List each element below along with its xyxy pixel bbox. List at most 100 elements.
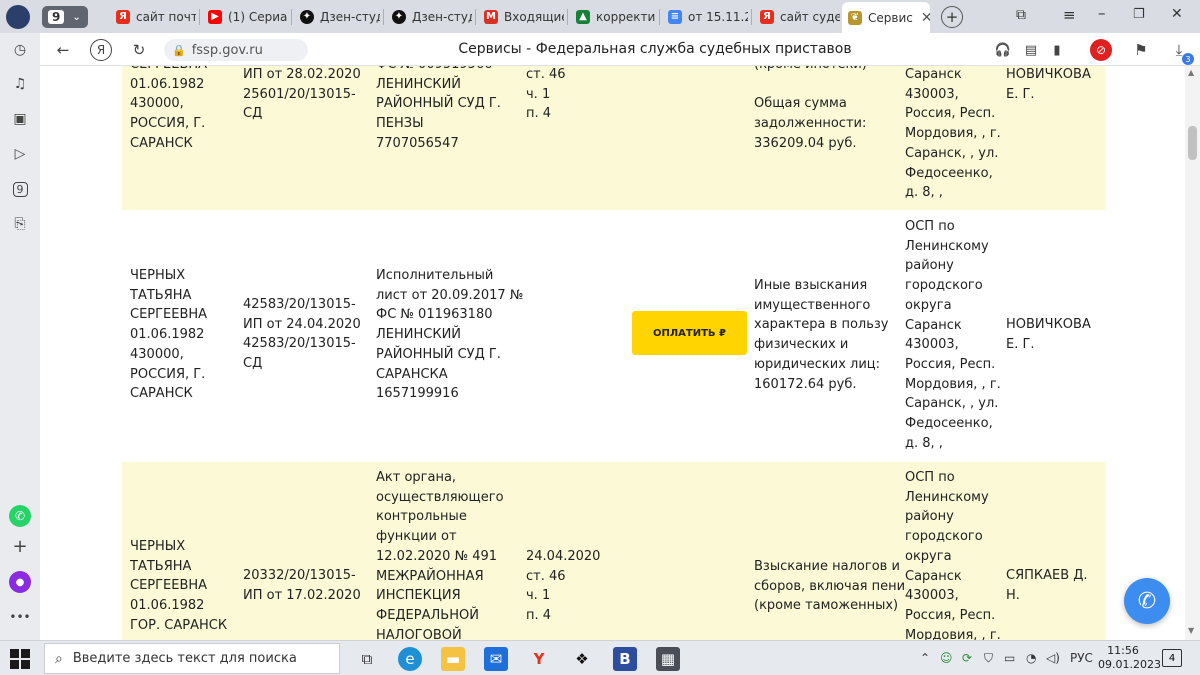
cell-line: ИП от 28.02.2020 xyxy=(243,67,361,82)
cell-line: 42583/20/13015- xyxy=(243,336,356,352)
minimize-icon[interactable]: – xyxy=(1098,4,1106,22)
pay-button[interactable]: ОПЛАТИТЬ ₽ xyxy=(632,311,747,355)
notifications-icon[interactable]: ♫ xyxy=(9,73,31,95)
tab-yandex-mail[interactable]: Я сайт почт xyxy=(110,3,196,30)
add-icon[interactable]: + xyxy=(9,535,31,557)
cell-line: Ленинскому xyxy=(905,489,989,505)
tab-drive[interactable]: ▲ корректи xyxy=(570,3,656,30)
tab-label: Входящие xyxy=(504,9,564,24)
cell-line: РОССИЯ, Г. xyxy=(130,366,206,382)
notifications-center-icon[interactable]: 4 xyxy=(1162,649,1182,667)
reload-icon[interactable]: ↻ xyxy=(128,39,150,61)
tab-zen-studio-2[interactable]: ✦ Дзен-студ xyxy=(386,3,472,30)
maximize-icon[interactable]: ❐ xyxy=(1133,7,1145,22)
cell-line: Саранск, , ул. xyxy=(905,396,999,412)
close-icon[interactable]: ✕ xyxy=(921,10,930,26)
back-arrow-icon[interactable]: ← xyxy=(52,39,74,61)
cell-line: Мордовия, , г. xyxy=(905,627,1001,640)
scroll-down-icon[interactable]: ▼ xyxy=(1188,626,1194,635)
tray-language[interactable]: РУС xyxy=(1070,651,1093,665)
yandex-icon: Я xyxy=(116,9,130,24)
edge-icon[interactable]: e xyxy=(398,647,422,671)
scroll-thumb[interactable] xyxy=(1188,126,1197,160)
screenshot-icon[interactable]: ⎘ xyxy=(9,213,31,235)
tray-sync-icon[interactable]: ⟳ xyxy=(962,651,972,665)
extensions-icon[interactable]: ⚑ xyxy=(1130,39,1152,61)
cell-line: задолженности: xyxy=(754,116,867,132)
cell-line: 7707056547 xyxy=(376,135,459,151)
downloads-icon[interactable]: ⤓ 3 xyxy=(1168,39,1194,65)
collections-icon[interactable]: ▣ xyxy=(9,108,31,130)
tray-battery-icon[interactable]: ▭ xyxy=(1004,651,1015,665)
cell-line: району xyxy=(905,509,954,525)
subject-cell: Взыскание налогов и сборов, включая пени… xyxy=(754,557,905,616)
cell-line: контрольные xyxy=(376,509,467,525)
alice-icon[interactable]: ● xyxy=(9,571,31,593)
reader-mode-icon[interactable]: ▤ xyxy=(1020,39,1042,61)
windows-start-icon[interactable] xyxy=(10,649,30,669)
b-app-icon[interactable]: B xyxy=(613,647,637,671)
sidebar-counter-icon[interactable]: 9 xyxy=(9,178,31,200)
url-field[interactable]: 🔒 fssp.gov.ru xyxy=(164,39,308,61)
more-icon[interactable]: ••• xyxy=(9,606,31,628)
new-tab-button[interactable]: + xyxy=(941,6,963,28)
tray-app-icon[interactable]: ☺ xyxy=(940,651,953,665)
cell-line: 42583/20/13015- xyxy=(243,297,356,312)
cell-line: ЧЕРНЫХ xyxy=(130,539,186,554)
tab-fssp-services[interactable]: ❦ Сервис ✕ xyxy=(842,2,930,33)
tab-yandex-court[interactable]: Я сайт суде xyxy=(754,3,840,30)
zen-icon: ✦ xyxy=(392,9,406,24)
task-view-icon[interactable]: ⧉ xyxy=(355,647,379,671)
docs-icon: ≡ xyxy=(668,9,682,24)
tab-zen-studio-1[interactable]: ✦ Дзен-студ xyxy=(294,3,380,30)
tab-docs[interactable]: ≡ от 15.11.2 xyxy=(662,3,748,30)
cell-line: РАЙОННЫЙ СУД Г. xyxy=(376,346,501,362)
tab-label: (1) Сериа xyxy=(228,9,288,24)
video-icon[interactable]: ▷ xyxy=(9,143,31,165)
menu-icon[interactable]: ≡ xyxy=(1063,6,1076,24)
browser-sidebar: ◷ ♫ ▣ ▷ 9 ⎘ ✆ + ● ••• xyxy=(0,33,40,640)
headphones-icon[interactable]: 🎧 xyxy=(992,39,1014,61)
cell-line xyxy=(754,75,867,95)
cell-line: ФЕДЕРАЛЬНОЙ xyxy=(376,607,479,623)
calculator-icon[interactable]: ▦ xyxy=(656,647,680,671)
dropbox-icon[interactable]: ❖ xyxy=(570,647,594,671)
bookmark-icon[interactable]: ▮ xyxy=(1046,39,1068,61)
cell-line: физических и xyxy=(754,337,849,353)
search-icon: ⌕ xyxy=(55,650,63,667)
mail-icon[interactable]: ✉ xyxy=(484,647,508,671)
tab-counter[interactable]: 9 ⌄ xyxy=(42,6,88,28)
yandex-browser-icon[interactable]: Y xyxy=(527,647,551,671)
history-icon[interactable]: ◷ xyxy=(9,39,31,61)
taskbar-search-input[interactable]: ⌕ Введите здесь текст для поиска xyxy=(44,643,340,674)
browser-logo-icon[interactable] xyxy=(6,5,30,29)
window-close-icon[interactable]: ✕ xyxy=(1171,6,1183,22)
vertical-scrollbar[interactable]: ▲ ▼ xyxy=(1185,66,1200,640)
tab-label: от 15.11.2 xyxy=(688,9,748,24)
proceeding-cell: 42583/20/13015- ИП от 24.04.2020 42583/2… xyxy=(243,295,361,374)
cell-line: Федосеенко, xyxy=(905,165,993,181)
cell-line: НОВИЧКОВА xyxy=(1006,317,1091,332)
tray-volume-icon[interactable]: ◁) xyxy=(1046,651,1060,665)
tray-chevron-icon[interactable]: ⌃ xyxy=(920,651,930,665)
tabs-panel-icon[interactable]: ⧉ xyxy=(1016,7,1026,23)
tray-shield-icon[interactable]: ⛉ xyxy=(984,651,993,666)
cell-line: 12.02.2020 № 491 xyxy=(376,548,498,564)
proceeding-cell: 20332/20/13015- ИП от 17.02.2020 xyxy=(243,566,361,605)
system-clock[interactable]: 11:56 09.01.2023 xyxy=(1098,644,1161,672)
protect-icon[interactable]: ⊘ xyxy=(1090,39,1112,61)
whatsapp-icon[interactable]: ✆ xyxy=(9,505,31,527)
tab-gmail-inbox[interactable]: M Входящие xyxy=(478,3,564,30)
end-reason-cell: ст. 46 ч. 1 п. 4 xyxy=(526,66,566,124)
yandex-home-icon[interactable]: Я xyxy=(90,39,112,61)
tab-youtube[interactable]: ▶ (1) Сериа xyxy=(202,3,288,30)
call-button[interactable]: ✆ xyxy=(1124,578,1170,624)
tray-network-icon[interactable]: ◔ xyxy=(1026,651,1036,665)
cell-line: ИНСПЕКЦИЯ xyxy=(376,588,461,604)
cell-line: СД xyxy=(243,356,263,372)
scroll-up-icon[interactable]: ▲ xyxy=(1188,68,1194,77)
document-cell: Акт органа, осуществляющего контрольные … xyxy=(376,468,504,640)
cell-line: ОСП по xyxy=(905,470,955,485)
file-explorer-icon[interactable]: ▬ xyxy=(441,647,465,671)
cell-line: 430000, xyxy=(130,96,184,112)
